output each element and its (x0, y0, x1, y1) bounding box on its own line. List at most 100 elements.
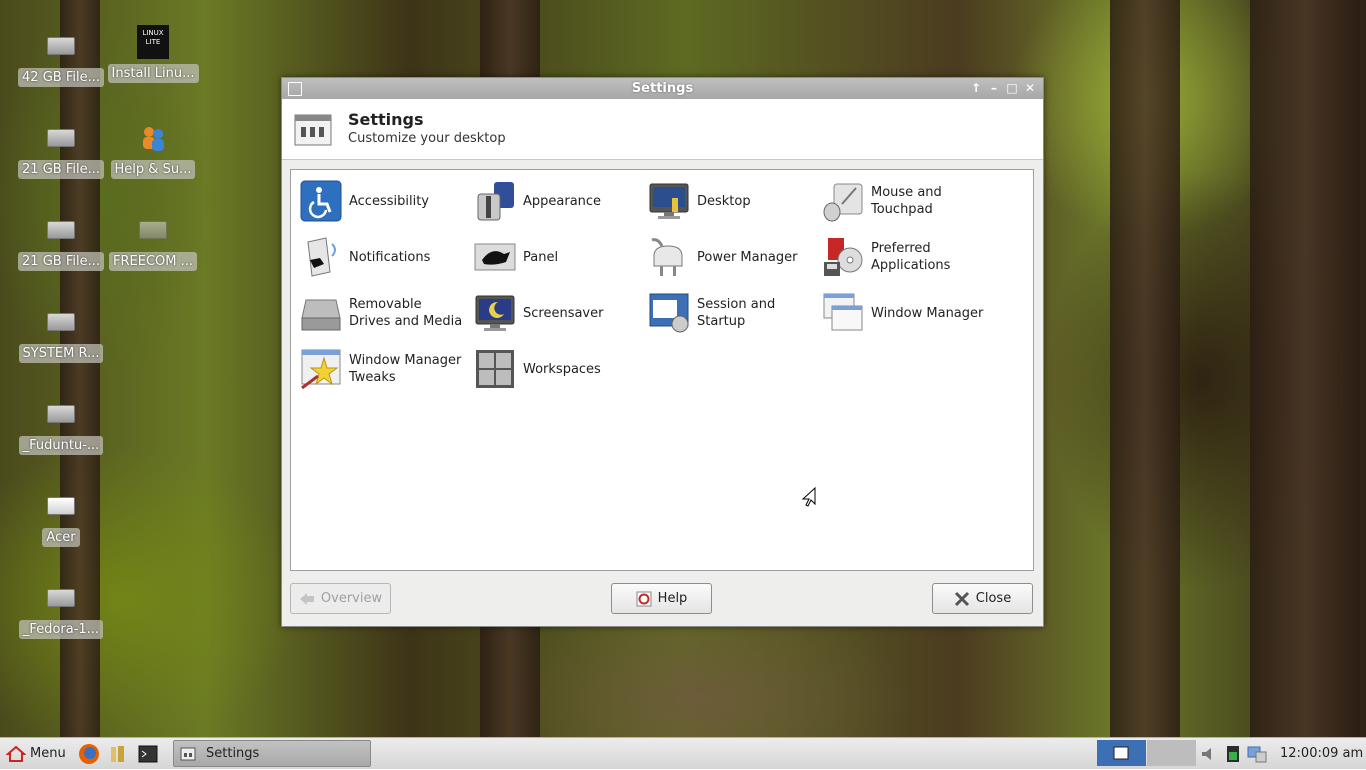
taskbar: Menu Settings 12:00:09 am (0, 737, 1366, 769)
item-label: Panel (523, 249, 559, 265)
window-title: Settings (631, 81, 694, 96)
wm-tweaks-icon (301, 349, 341, 390)
desktop-icon-drive[interactable]: FREECOM ... (107, 206, 199, 286)
close-icon[interactable]: ✕ (1023, 80, 1037, 96)
clock[interactable]: 12:00:09 am (1280, 738, 1363, 769)
desktop-icon-label: Install Linu... (107, 64, 199, 83)
settings-header: Settings Customize your desktop (282, 99, 1043, 160)
desktop-icon-help[interactable]: Help & Su... (107, 114, 199, 194)
task-settings[interactable]: Settings (173, 740, 371, 767)
maximize-icon[interactable]: □ (1005, 80, 1019, 96)
item-label: Preferred Applications (871, 241, 951, 273)
network-icon (1247, 746, 1267, 762)
drive-icon (47, 37, 75, 55)
desktop-icon-label: 42 GB File... (18, 68, 104, 87)
close-x-icon (954, 591, 970, 607)
drive-icon (47, 221, 75, 239)
desktop-icon-drive[interactable]: SYSTEM R... (15, 298, 107, 378)
workspace-1[interactable] (1097, 740, 1146, 766)
settings-item-removable-drives[interactable]: Removable Drives and Media (299, 288, 471, 338)
item-label: Removable Drives and Media (349, 297, 463, 329)
item-label: Workspaces (523, 361, 601, 377)
settings-item-workspaces[interactable]: Workspaces (473, 344, 645, 394)
workspace-2[interactable] (1147, 740, 1196, 766)
minimize-icon[interactable]: – (987, 80, 1001, 96)
settings-item-panel[interactable]: Panel (473, 232, 645, 282)
close-button[interactable]: Close (932, 583, 1033, 614)
settings-item-preferred-apps[interactable]: Preferred Applications (821, 232, 993, 282)
settings-item-power-manager[interactable]: Power Manager (647, 232, 819, 282)
desktop-icon-drive[interactable]: 42 GB File... (15, 22, 107, 102)
menu-button[interactable]: Menu (6, 738, 66, 769)
volume-icon (1202, 747, 1211, 760)
help-label: Help (657, 591, 688, 606)
desktop-icon-drive[interactable]: 21 GB File... (15, 114, 107, 194)
settings-item-notifications[interactable]: Notifications (299, 232, 471, 282)
linux-lite-badge-text: LINUX LITE (142, 29, 164, 46)
settings-item-appearance[interactable]: Appearance (473, 176, 645, 226)
settings-items-panel: Accessibility Appearance Desktop Mouse a… (290, 169, 1034, 571)
help-icon (636, 591, 652, 607)
settings-small-icon (180, 747, 196, 760)
desktop-icon-label: _Fedora-1... (18, 620, 104, 639)
overview-button[interactable]: Overview (290, 583, 391, 614)
item-label: Screensaver (523, 305, 604, 321)
tree-trunk (1250, 0, 1360, 737)
item-label: Accessibility (349, 193, 429, 209)
drive-icon (47, 405, 75, 423)
item-label: Window Manager (871, 305, 984, 321)
item-label: Session and Startup (697, 297, 776, 329)
settings-item-screensaver[interactable]: Screensaver (473, 288, 645, 338)
terminal-launcher[interactable] (138, 738, 158, 769)
page-title: Settings (348, 110, 424, 129)
task-label: Settings (206, 746, 260, 761)
settings-item-wm-tweaks[interactable]: Window Manager Tweaks (299, 344, 471, 394)
settings-icon (294, 114, 332, 146)
tree-trunk (1110, 0, 1180, 737)
network-button[interactable] (1246, 738, 1268, 769)
item-label: Power Manager (697, 249, 798, 265)
desktop-icon-drive[interactable]: 21 GB File... (15, 206, 107, 286)
desktop: 42 GB File... LINUX LITE Install Linu...… (0, 0, 1366, 737)
overview-label: Overview (320, 591, 383, 606)
appearance-icon (477, 182, 514, 221)
page-subtitle: Customize your desktop (348, 131, 506, 146)
desktop-icon-label: 21 GB File... (18, 160, 104, 179)
workspaces-icon (476, 350, 514, 388)
settings-item-mouse-touchpad[interactable]: Mouse and Touchpad (821, 176, 993, 226)
menu-label: Menu (30, 746, 66, 761)
settings-item-accessibility[interactable]: Accessibility (299, 176, 471, 226)
battery-button[interactable] (1224, 738, 1242, 769)
drive-icon (47, 313, 75, 331)
desktop-icon-label: _Fuduntu-... (18, 436, 104, 455)
mouse-cursor-icon (802, 487, 816, 507)
power-plug-icon (651, 238, 683, 276)
settings-item-session-startup[interactable]: Session and Startup (647, 288, 819, 338)
preferred-apps-icon (824, 238, 863, 276)
item-label: Appearance (523, 193, 602, 209)
desktop-icon-drive[interactable]: _Fuduntu-... (15, 390, 107, 470)
mouse-icon (823, 183, 863, 222)
drive-icon (47, 589, 75, 607)
volume-button[interactable] (1200, 738, 1218, 769)
panel-icon (474, 243, 516, 271)
desktop-icon-drive[interactable]: Acer (15, 482, 107, 562)
shade-up-icon[interactable]: ↑ (969, 80, 983, 96)
settings-item-window-manager[interactable]: Window Manager (821, 288, 993, 338)
desktop-icon-label: SYSTEM R... (18, 344, 104, 363)
linux-lite-icon: LINUX LITE (137, 25, 169, 59)
desktop-icon-drive[interactable]: _Fedora-1... (15, 574, 107, 654)
window-manager-icon (823, 293, 863, 331)
file-manager-launcher[interactable] (108, 738, 128, 769)
settings-window: Settings ↑ – □ ✕ Settings Customize your… (281, 77, 1044, 627)
session-icon (649, 293, 689, 333)
desktop-icon-install[interactable]: LINUX LITE Install Linu... (107, 22, 199, 102)
window-titlebar[interactable]: Settings ↑ – □ ✕ (282, 78, 1043, 99)
battery-icon (1227, 745, 1239, 762)
accessibility-icon (300, 180, 342, 222)
firefox-launcher[interactable] (78, 738, 100, 769)
settings-item-desktop[interactable]: Desktop (647, 176, 819, 226)
terminal-icon (138, 745, 158, 762)
item-label: Window Manager Tweaks (349, 353, 462, 385)
help-button[interactable]: Help (611, 583, 712, 614)
